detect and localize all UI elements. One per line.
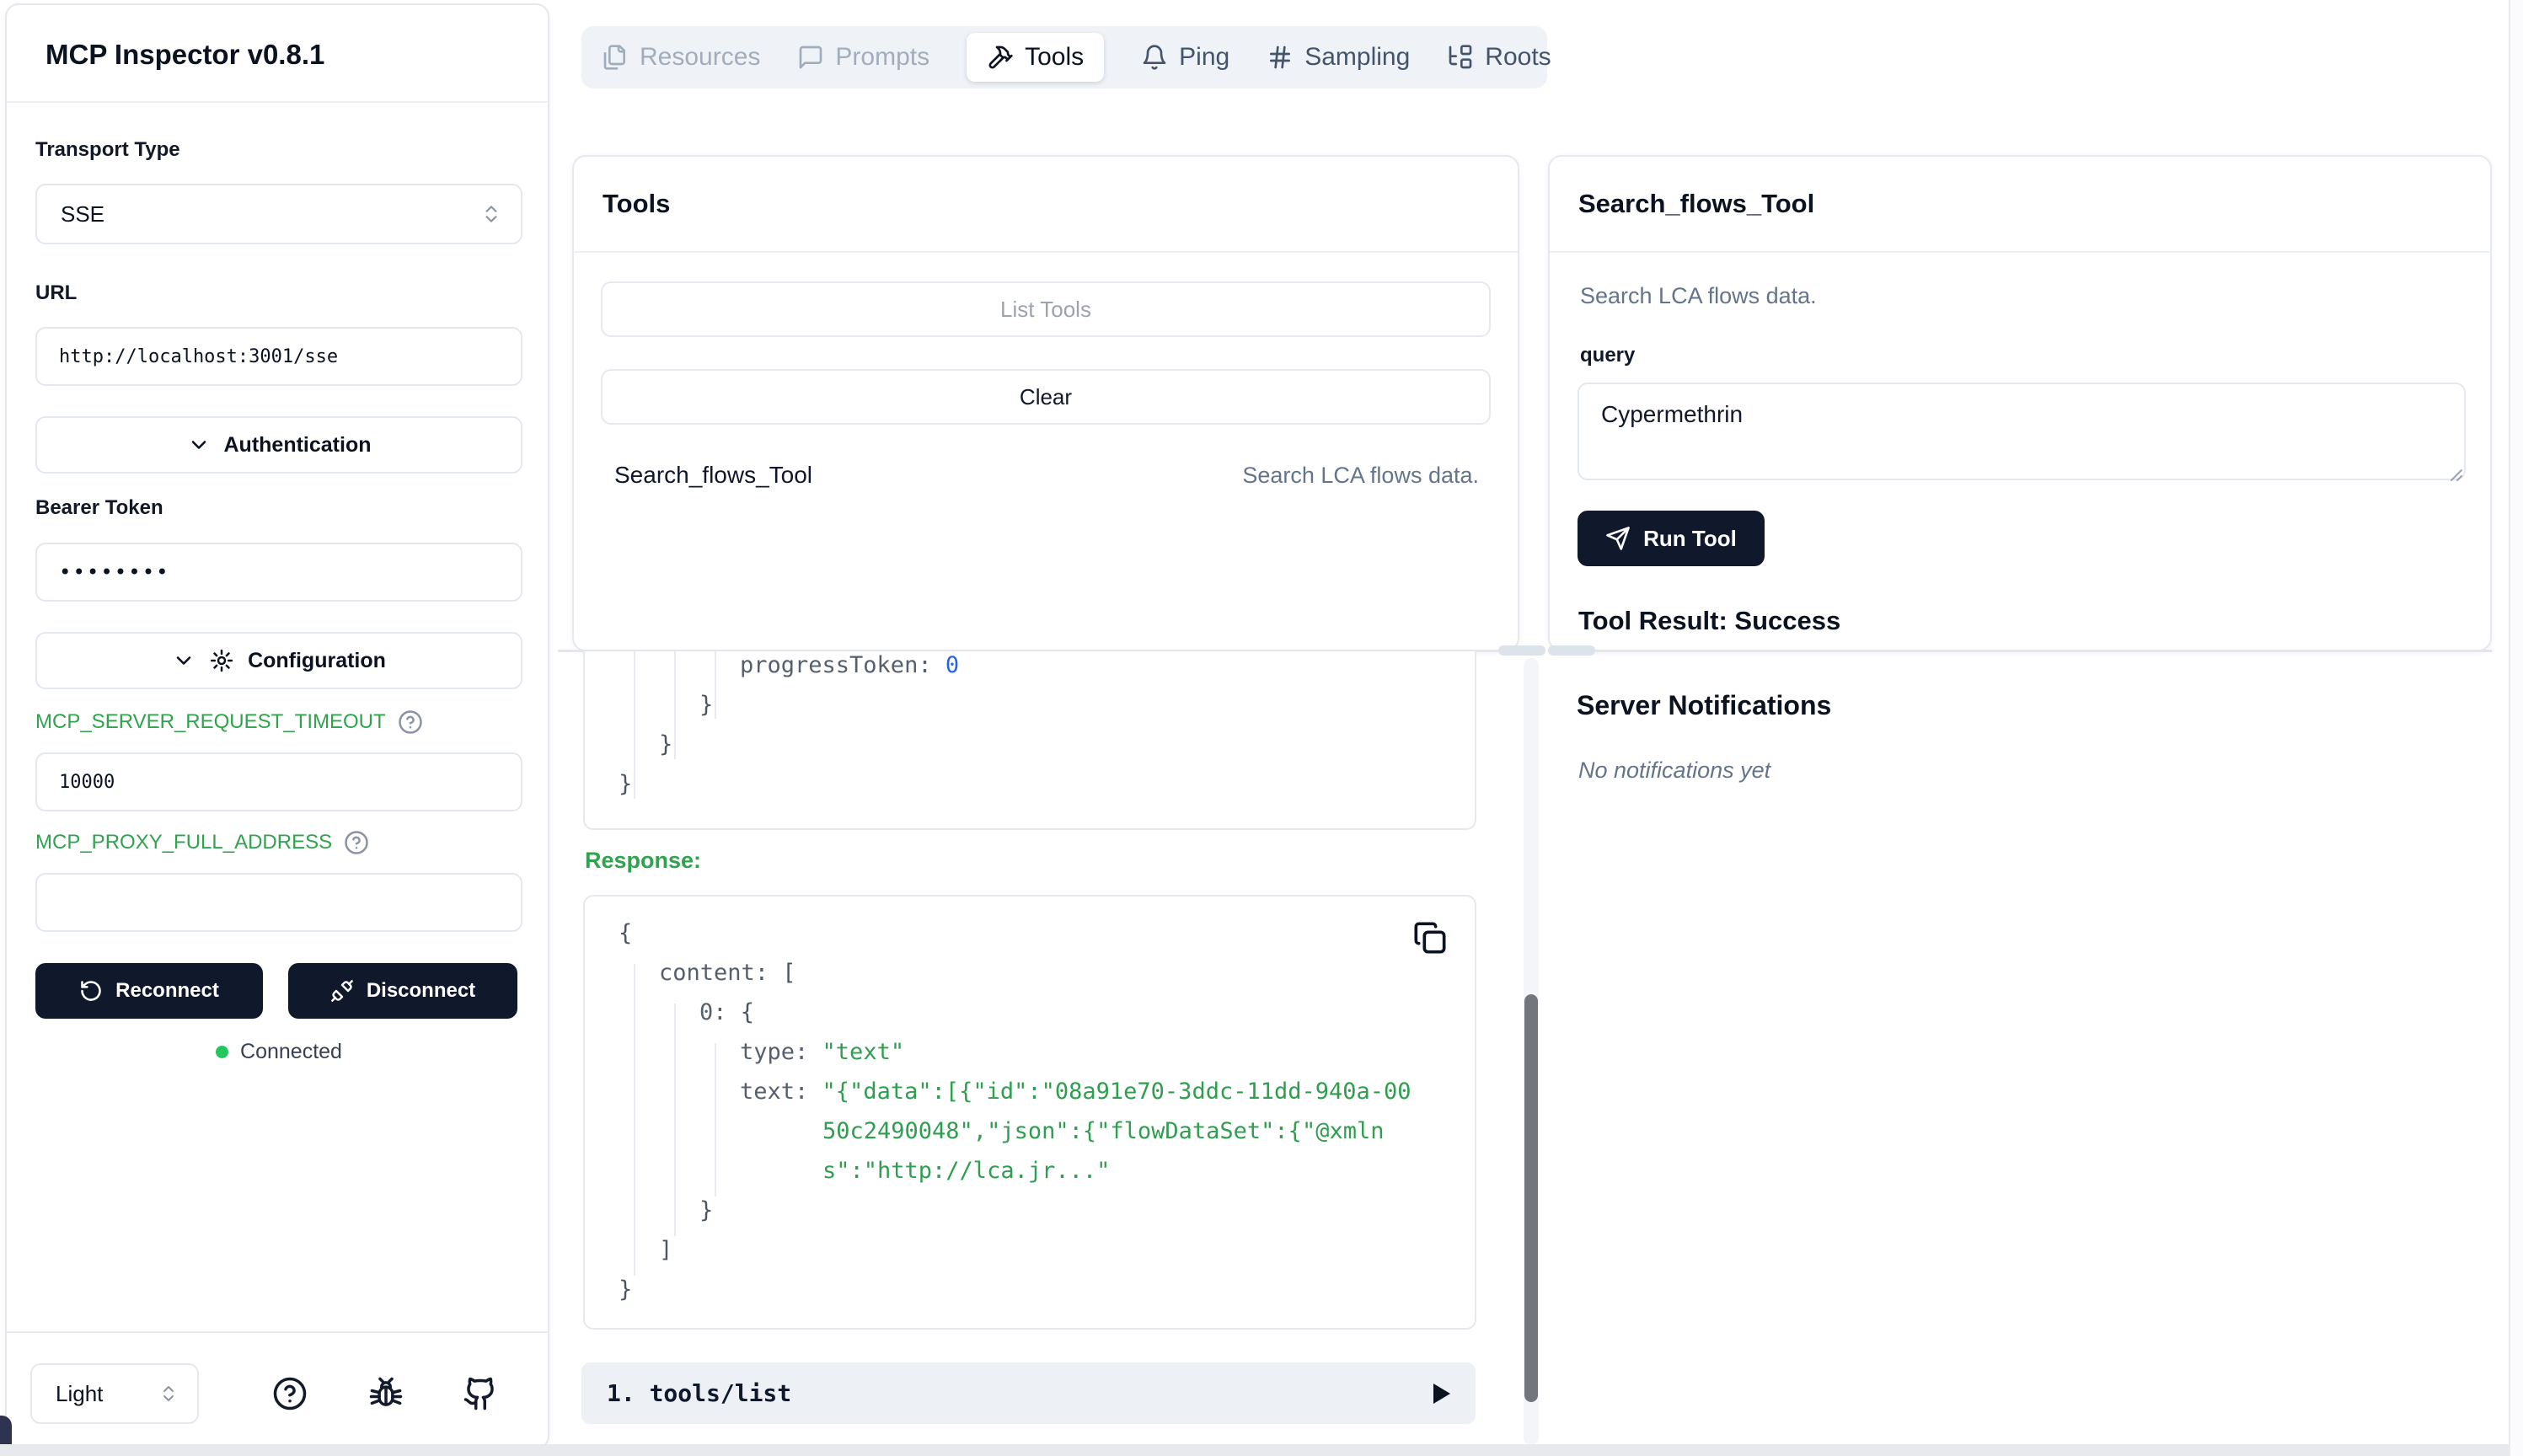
theme-select[interactable]: Light xyxy=(30,1363,199,1424)
page-scrollbar-gutter xyxy=(2509,0,2523,1456)
reconnect-button[interactable]: Reconnect xyxy=(35,963,263,1019)
notifications-splitter-handle[interactable] xyxy=(1548,645,1595,656)
url-label: URL xyxy=(35,281,522,305)
query-label: query xyxy=(1580,344,1635,367)
notifications-empty-text: No notifications yet xyxy=(1578,757,1770,784)
help-button[interactable] xyxy=(268,1372,312,1416)
tab-roots[interactable]: Roots xyxy=(1447,43,1551,72)
bell-icon xyxy=(1141,44,1168,71)
clear-button[interactable]: Clear xyxy=(601,369,1491,425)
status-dot-icon xyxy=(216,1046,228,1058)
tool-detail-panel: Search_flows_Tool Search LCA flows data.… xyxy=(1548,155,2492,651)
tool-detail-description: Search LCA flows data. xyxy=(1580,283,1817,309)
bearer-token-input[interactable] xyxy=(35,543,522,602)
horizontal-scrollbar-track[interactable] xyxy=(0,1444,2523,1456)
theme-value: Light xyxy=(56,1381,103,1407)
bug-icon xyxy=(368,1376,404,1411)
copy-response-button[interactable] xyxy=(1411,918,1449,957)
report-bug-button[interactable] xyxy=(364,1372,408,1416)
gear-icon xyxy=(209,648,234,673)
tool-list-item[interactable]: Search_flows_Tool Search LCA flows data. xyxy=(614,462,1479,489)
sidebar-header: MCP Inspector v0.8.1 xyxy=(7,5,548,103)
tab-tools[interactable]: Tools xyxy=(967,33,1104,82)
response-json-block: {content: [0: {type: "text"text: "{"data… xyxy=(583,895,1476,1330)
message-square-icon xyxy=(797,44,824,71)
transport-type-select[interactable]: SSE xyxy=(35,184,522,244)
files-icon xyxy=(602,44,629,71)
notifications-splitter xyxy=(1548,650,2492,652)
main-tabbar: Resources Prompts Tools Ping Sampling xyxy=(581,26,1547,88)
tool-item-description: Search LCA flows data. xyxy=(1242,463,1479,489)
app-title: MCP Inspector v0.8.1 xyxy=(46,39,324,71)
response-json-lines: {content: [0: {type: "text"text: "{"data… xyxy=(585,897,1475,1309)
configuration-label: Configuration xyxy=(248,649,386,673)
bearer-token-label: Bearer Token xyxy=(35,496,522,520)
folder-tree-icon xyxy=(1447,44,1474,71)
tab-prompts[interactable]: Prompts xyxy=(797,43,929,72)
chevron-down-icon xyxy=(172,649,196,672)
chevrons-up-down-icon xyxy=(480,203,502,225)
request-json-lines: progressToken: 0}}} xyxy=(585,651,1475,804)
tab-ping[interactable]: Ping xyxy=(1141,43,1229,72)
response-label: Response: xyxy=(585,848,701,874)
history-entry-label: 1. tools/list xyxy=(607,1379,791,1407)
query-textarea[interactable]: Cypermethrin xyxy=(1578,383,2466,480)
tools-panel: Tools List Tools Clear Search_flows_Tool… xyxy=(572,155,1519,651)
history-entry-tools-list[interactable]: 1. tools/list xyxy=(581,1362,1476,1424)
tool-detail-title: Search_flows_Tool xyxy=(1578,189,1814,219)
url-input[interactable] xyxy=(35,327,522,386)
transport-type-label: Transport Type xyxy=(35,138,522,162)
tab-sampling[interactable]: Sampling xyxy=(1267,43,1410,72)
help-circle-icon xyxy=(272,1376,308,1411)
tab-resources[interactable]: Resources xyxy=(602,43,760,72)
proxy-input[interactable] xyxy=(35,873,522,932)
authentication-label: Authentication xyxy=(224,433,372,458)
help-circle-icon[interactable] xyxy=(342,828,371,857)
run-tool-button[interactable]: Run Tool xyxy=(1578,511,1765,566)
tool-result-status: Tool Result: Success xyxy=(1578,606,1840,636)
history-scrollbar-thumb[interactable] xyxy=(1524,994,1538,1402)
server-notifications-title: Server Notifications xyxy=(1577,690,1831,721)
help-circle-icon[interactable] xyxy=(396,708,425,736)
rotate-ccw-icon xyxy=(79,979,103,1003)
corner-toast-edge xyxy=(0,1416,12,1446)
tool-detail-header: Search_flows_Tool xyxy=(1550,157,2490,253)
hammer-icon xyxy=(987,44,1014,71)
unplug-icon xyxy=(330,979,354,1003)
send-icon xyxy=(1605,526,1631,551)
hash-icon xyxy=(1267,44,1294,71)
connection-status: Connected xyxy=(35,1040,522,1064)
copy-icon xyxy=(1413,921,1447,955)
play-icon xyxy=(1433,1384,1450,1404)
configuration-toggle[interactable]: Configuration xyxy=(35,632,522,689)
tools-panel-header: Tools xyxy=(574,157,1518,253)
list-tools-button[interactable]: List Tools xyxy=(601,281,1491,337)
sidebar: MCP Inspector v0.8.1 Transport Type SSE … xyxy=(5,3,549,1449)
github-icon xyxy=(463,1376,498,1411)
status-text: Connected xyxy=(240,1040,342,1064)
mcp-inspector-app: MCP Inspector v0.8.1 Transport Type SSE … xyxy=(0,0,2523,1456)
history-splitter-handle[interactable] xyxy=(1498,645,1545,656)
transport-type-value: SSE xyxy=(61,201,104,228)
server-notifications-panel: Server Notifications No notifications ye… xyxy=(1548,658,2492,1446)
request-json-block: progressToken: 0}}} xyxy=(583,651,1476,830)
timeout-input[interactable] xyxy=(35,752,522,811)
timeout-env-label: MCP_SERVER_REQUEST_TIMEOUT xyxy=(35,708,522,736)
tool-item-name: Search_flows_Tool xyxy=(614,462,812,489)
chevron-down-icon xyxy=(187,433,211,457)
resize-grip-icon[interactable] xyxy=(2445,463,2485,645)
tools-panel-title: Tools xyxy=(603,189,670,219)
authentication-toggle[interactable]: Authentication xyxy=(35,416,522,474)
sidebar-footer: Light xyxy=(7,1331,548,1448)
chevrons-up-down-icon xyxy=(158,1384,179,1404)
proxy-env-label: MCP_PROXY_FULL_ADDRESS xyxy=(35,828,522,857)
disconnect-button[interactable]: Disconnect xyxy=(288,963,517,1019)
github-button[interactable] xyxy=(458,1372,502,1416)
